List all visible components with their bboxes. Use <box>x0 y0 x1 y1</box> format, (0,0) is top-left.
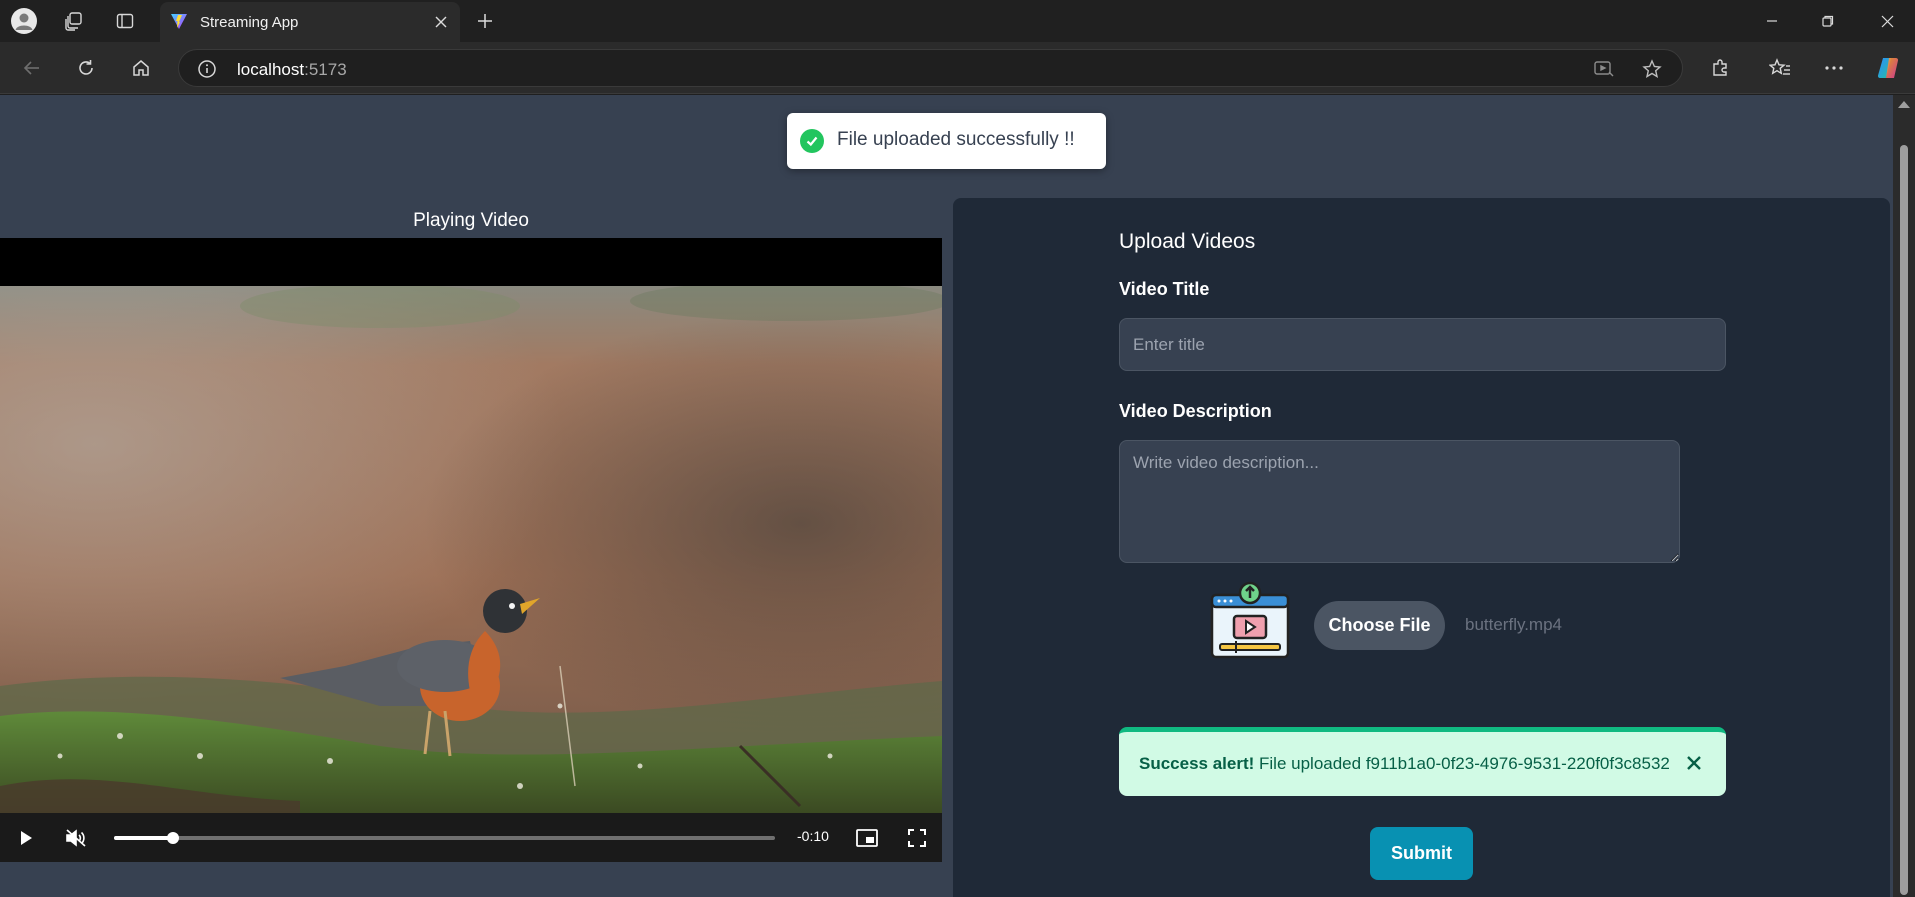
back-icon[interactable] <box>15 52 49 84</box>
upload-title: Upload Videos <box>1119 230 1256 253</box>
scrollbar-thumb[interactable] <box>1900 145 1908 895</box>
favorites-icon[interactable] <box>1763 52 1797 84</box>
scroll-up-arrow-icon[interactable] <box>1898 101 1910 108</box>
alert-text: Success alert! File uploaded f911b1a0-0f… <box>1139 754 1670 774</box>
workspaces-icon[interactable] <box>57 7 91 35</box>
more-icon[interactable] <box>1817 52 1851 84</box>
page-scrollbar[interactable] <box>1893 95 1915 897</box>
video-description-label: Video Description <box>1119 401 1272 421</box>
pip-icon[interactable] <box>855 826 879 850</box>
play-icon[interactable] <box>14 826 38 850</box>
seek-progress <box>114 836 174 840</box>
vite-logo-icon <box>171 14 187 29</box>
extensions-icon[interactable] <box>1703 52 1737 84</box>
profile-icon[interactable] <box>7 7 41 35</box>
video-heading: Playing Video <box>413 210 529 231</box>
toast-message: File uploaded successfully !! <box>837 129 1075 150</box>
browser-toolbar: localhost:5173 <box>0 42 1915 94</box>
video-title-input[interactable] <box>1119 318 1726 371</box>
video-player[interactable]: -0:10 <box>0 238 942 862</box>
reload-icon[interactable] <box>69 52 103 84</box>
seek-thumb[interactable] <box>167 832 180 844</box>
selected-file-name: butterfly.mp4 <box>1465 615 1563 634</box>
minimize-icon[interactable] <box>1744 0 1800 42</box>
close-window-icon[interactable] <box>1859 0 1915 42</box>
address-host: localhost <box>237 60 305 79</box>
page-content: File uploaded successfully !! Playing Vi… <box>0 95 1893 897</box>
address-port: :5173 <box>304 60 347 79</box>
home-icon[interactable] <box>124 52 158 84</box>
check-icon <box>800 129 824 153</box>
close-tab-icon[interactable] <box>430 11 452 33</box>
video-frame[interactable] <box>0 286 942 813</box>
alert-strong: Success alert! <box>1139 754 1255 773</box>
read-aloud-icon[interactable] <box>1593 58 1615 80</box>
video-description-input[interactable] <box>1119 440 1680 563</box>
fullscreen-icon[interactable] <box>905 826 929 850</box>
upload-toast: File uploaded successfully !! <box>787 113 1106 169</box>
new-tab-icon[interactable] <box>470 8 500 34</box>
upload-video-icon <box>1210 581 1290 659</box>
tab-actions-icon[interactable] <box>108 7 142 35</box>
address-url: localhost:5173 <box>237 60 347 80</box>
active-tab[interactable]: Streaming App <box>160 2 460 42</box>
time-remaining: -0:10 <box>797 828 829 844</box>
tab-title: Streaming App <box>200 14 299 31</box>
video-title-label: Video Title <box>1119 279 1210 299</box>
upload-panel: Upload Videos Video Title Video Descript… <box>953 198 1890 897</box>
choose-file-button[interactable]: Choose File <box>1314 601 1445 650</box>
submit-button[interactable]: Submit <box>1370 827 1473 880</box>
video-controls: -0:10 <box>0 813 942 862</box>
restore-icon[interactable] <box>1800 0 1856 42</box>
browser-tab-bar: Streaming App <box>0 0 1915 42</box>
seek-bar[interactable] <box>114 832 775 844</box>
muted-icon[interactable] <box>64 826 88 850</box>
alert-close-icon[interactable] <box>1682 751 1706 775</box>
success-alert: Success alert! File uploaded f911b1a0-0f… <box>1119 727 1726 796</box>
alert-message: File uploaded f911b1a0-0f23-4976-9531-22… <box>1254 754 1670 773</box>
address-bar[interactable]: localhost:5173 <box>178 49 1683 87</box>
site-info-icon[interactable] <box>197 59 217 79</box>
favorite-star-icon[interactable] <box>1641 58 1663 80</box>
copilot-icon[interactable] <box>1872 52 1906 84</box>
